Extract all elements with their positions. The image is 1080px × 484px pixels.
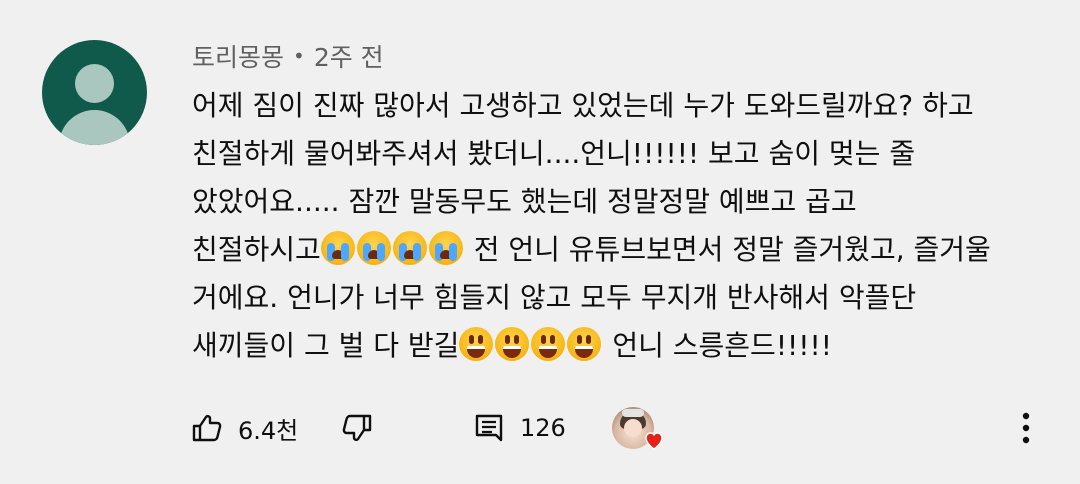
crying-face-icon bbox=[320, 231, 355, 265]
comment-line-6: 새끼들이 그 벌 다 받길 언니 스릉흔드!!!!! bbox=[192, 322, 1052, 370]
grinning-face-icon bbox=[459, 327, 494, 361]
crying-face-icon bbox=[356, 231, 391, 265]
comment-line-1: 어제 짐이 진짜 많아서 고생하고 있었는데 누가 도와드릴까요? 하고 bbox=[192, 89, 974, 122]
comment-line-4: 친절하시고 전 언니 유튜브보면서 정말 즐거웠고, 즐거울 bbox=[192, 226, 1052, 274]
comment-line-6-prefix: 새끼들이 그 벌 다 받길 bbox=[192, 329, 460, 362]
more-options-button[interactable] bbox=[1016, 404, 1036, 452]
user-avatar[interactable] bbox=[42, 40, 147, 145]
heart-icon bbox=[645, 432, 663, 450]
comment-time: 2주 전 bbox=[313, 43, 384, 72]
like-button[interactable]: 6.4천 bbox=[190, 404, 298, 452]
creator-heart-badge bbox=[612, 404, 663, 452]
reply-count: 126 bbox=[520, 414, 566, 442]
comment-meta: 토리몽몽 • 2주 전 bbox=[192, 38, 384, 74]
crying-face-icon bbox=[392, 231, 427, 265]
meta-separator: • bbox=[293, 44, 305, 68]
comment-line-3: 았았어요..... 잠깐 말동무도 했는데 정말정말 예쁘고 곱고 bbox=[192, 185, 857, 218]
grinning-face-icon bbox=[495, 327, 530, 361]
comment-line-2: 친절하게 물어봐주셔서 봤더니....언니!!!!!! 보고 숨이 멎는 줄 bbox=[192, 137, 916, 170]
author-name[interactable]: 토리몽몽 bbox=[192, 38, 284, 74]
grinning-face-icon bbox=[531, 327, 566, 361]
thumbs-down-icon bbox=[342, 414, 372, 442]
reply-button[interactable]: 126 bbox=[472, 404, 566, 452]
more-vertical-icon bbox=[1022, 412, 1030, 444]
grinning-face-icon bbox=[567, 327, 602, 361]
comment-item: 토리몽몽 • 2주 전 어제 짐이 진짜 많아서 고생하고 있었는데 누가 도와… bbox=[0, 0, 1080, 484]
thumbs-up-icon bbox=[192, 414, 222, 442]
comment-text: 어제 짐이 진짜 많아서 고생하고 있었는데 누가 도와드릴까요? 하고 친절하… bbox=[192, 82, 1052, 370]
dislike-button[interactable] bbox=[340, 404, 374, 452]
comment-line-6-suffix: 언니 스릉흔드!!!!! bbox=[603, 329, 832, 362]
comment-line-5: 거에요. 언니가 너무 힘들지 않고 모두 무지개 반사해서 악플단 bbox=[192, 281, 917, 314]
comment-line-4-prefix: 친절하시고 bbox=[192, 233, 321, 266]
like-count: 6.4천 bbox=[238, 416, 299, 445]
comment-icon bbox=[475, 414, 503, 442]
avatar-head bbox=[75, 64, 114, 103]
crying-face-icon bbox=[428, 231, 463, 265]
comment-line-4-suffix: 전 언니 유튜브보면서 정말 즐거웠고, 즐거울 bbox=[464, 233, 991, 266]
comment-actions: 6.4천 126 bbox=[190, 404, 1050, 452]
avatar-body bbox=[59, 110, 130, 145]
